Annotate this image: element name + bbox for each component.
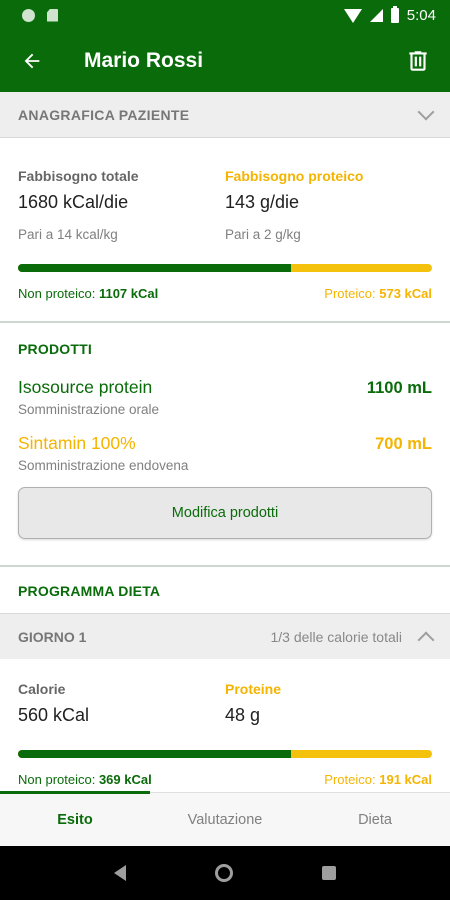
- product-row: Isosource protein 1100 mL: [18, 377, 432, 398]
- fabbisogno-totale-value: 1680 kCal/die: [18, 192, 129, 212]
- anagrafica-title: ANAGRAFICA PAZIENTE: [18, 106, 190, 123]
- edit-products-button[interactable]: Modifica prodotti: [18, 487, 432, 539]
- programma-section: PROGRAMMA DIETA: [0, 567, 450, 613]
- day-calorie-split-bar: [18, 750, 432, 758]
- day-proteine: Proteine 48 g: [225, 681, 432, 726]
- fabbisogno-card: Fabbisogno totale 1680 kCal/die Pari a 1…: [0, 138, 450, 321]
- day-title: GIORNO 1: [18, 628, 87, 645]
- system-recents-icon[interactable]: [321, 866, 336, 880]
- fabbisogno-proteico-value: 143 g/die: [225, 192, 300, 212]
- fabbisogno-proteico-note: Pari a 2 g/kg: [225, 227, 301, 242]
- calorie-value: 560 kCal: [18, 705, 90, 725]
- proteico-legend: Proteico: 573 kCal: [324, 286, 432, 301]
- product-item[interactable]: Sintamin 100% 700 mL Somministrazione en…: [18, 433, 432, 473]
- back-button[interactable]: [0, 30, 64, 92]
- day-proteico-label: Proteico:: [324, 772, 376, 787]
- day-header[interactable]: GIORNO 1 1/3 delle calorie totali: [0, 613, 450, 659]
- proteine-label: Proteine: [225, 681, 282, 697]
- arrow-left-icon: [24, 53, 40, 69]
- product-quantity: 700 mL: [375, 435, 432, 453]
- day-non-proteico-value: 369 kCal: [98, 772, 152, 787]
- calorie-label: Calorie: [18, 681, 66, 697]
- fabbisogno-totale-note: Pari a 14 kcal/kg: [18, 227, 118, 242]
- product-name: Isosource protein: [18, 377, 153, 397]
- system-navigation-bar: [0, 846, 450, 900]
- trash-icon: [409, 51, 427, 71]
- system-home-icon[interactable]: [214, 864, 233, 882]
- fabbisogno-columns: Fabbisogno totale 1680 kCal/die Pari a 1…: [18, 168, 432, 242]
- tab-esito[interactable]: Esito: [0, 793, 150, 846]
- fabbisogno-totale: Fabbisogno totale 1680 kCal/die Pari a 1…: [18, 168, 225, 242]
- tab-valutazione[interactable]: Valutazione: [150, 793, 300, 846]
- day-info: 1/3 delle calorie totali: [270, 628, 402, 645]
- fabbisogno-totale-label: Fabbisogno totale: [18, 168, 139, 184]
- chevron-up-icon[interactable]: [417, 631, 435, 648]
- proteine-value: 48 g: [225, 705, 261, 725]
- product-item[interactable]: Isosource protein 1100 mL Somministrazio…: [18, 377, 432, 417]
- active-tab-indicator: [0, 791, 150, 794]
- system-back-icon[interactable]: [114, 865, 127, 881]
- chevron-down-icon[interactable]: [417, 103, 435, 120]
- prodotti-section: PRODOTTI Isosource protein 1100 mL Sommi…: [0, 323, 450, 565]
- anagrafica-header[interactable]: ANAGRAFICA PAZIENTE: [0, 92, 450, 138]
- proteico-value: 573 kCal: [379, 286, 432, 301]
- app-bar: Mario Rossi: [0, 30, 450, 92]
- product-route: Somministrazione endovena: [18, 458, 189, 473]
- day-calorie: Calorie 560 kCal: [18, 681, 225, 726]
- page-title: Mario Rossi: [84, 49, 204, 72]
- day-proteico-legend: Proteico: 191 kCal: [324, 772, 432, 787]
- day-non-proteico-legend: Non proteico: 369 kCal: [18, 772, 152, 787]
- product-row: Sintamin 100% 700 mL: [18, 433, 432, 454]
- fabbisogno-proteico: Fabbisogno proteico 143 g/die Pari a 2 g…: [225, 168, 432, 242]
- notification-dot-icon: [22, 8, 35, 22]
- programma-title: PROGRAMMA DIETA: [18, 583, 161, 599]
- non-proteico-value: 1107 kCal: [98, 286, 159, 301]
- day-non-proteico-label: Non proteico:: [18, 772, 96, 787]
- prodotti-title: PRODOTTI: [18, 341, 92, 357]
- day-proteico-value: 191 kCal: [379, 772, 432, 787]
- product-name: Sintamin 100%: [18, 433, 136, 453]
- non-proteico-fill: [18, 264, 291, 272]
- calorie-split-legend: Non proteico: 1107 kCal Proteico: 573 kC…: [18, 286, 432, 301]
- non-proteico-legend: Non proteico: 1107 kCal: [18, 286, 158, 301]
- tab-dieta[interactable]: Dieta: [300, 793, 450, 846]
- proteico-label: Proteico:: [324, 286, 376, 301]
- non-proteico-label: Non proteico:: [18, 286, 96, 301]
- day-card: Calorie 560 kCal Proteine 48 g Non prote…: [0, 659, 450, 787]
- bottom-navigation: Esito Valutazione Dieta: [0, 791, 450, 846]
- wifi-icon: [343, 9, 362, 23]
- day-columns: Calorie 560 kCal Proteine 48 g: [18, 681, 432, 726]
- calorie-split-bar: [18, 264, 432, 272]
- product-route: Somministrazione orale: [18, 402, 160, 417]
- sd-card-icon: [47, 8, 58, 22]
- day-calorie-split-legend: Non proteico: 369 kCal Proteico: 191 kCa…: [18, 772, 432, 787]
- product-quantity: 1100 mL: [366, 379, 432, 397]
- main-content[interactable]: ANAGRAFICA PAZIENTE Fabbisogno totale 16…: [0, 92, 450, 792]
- signal-icon: [369, 8, 383, 22]
- fabbisogno-proteico-label: Fabbisogno proteico: [225, 168, 364, 184]
- status-left: [22, 8, 344, 22]
- status-right: 5:04: [343, 5, 436, 24]
- status-time: 5:04: [406, 6, 436, 24]
- status-bar: 5:04: [0, 0, 450, 30]
- battery-icon: [390, 5, 399, 23]
- delete-button[interactable]: [386, 30, 450, 92]
- day-non-proteico-fill: [18, 750, 291, 758]
